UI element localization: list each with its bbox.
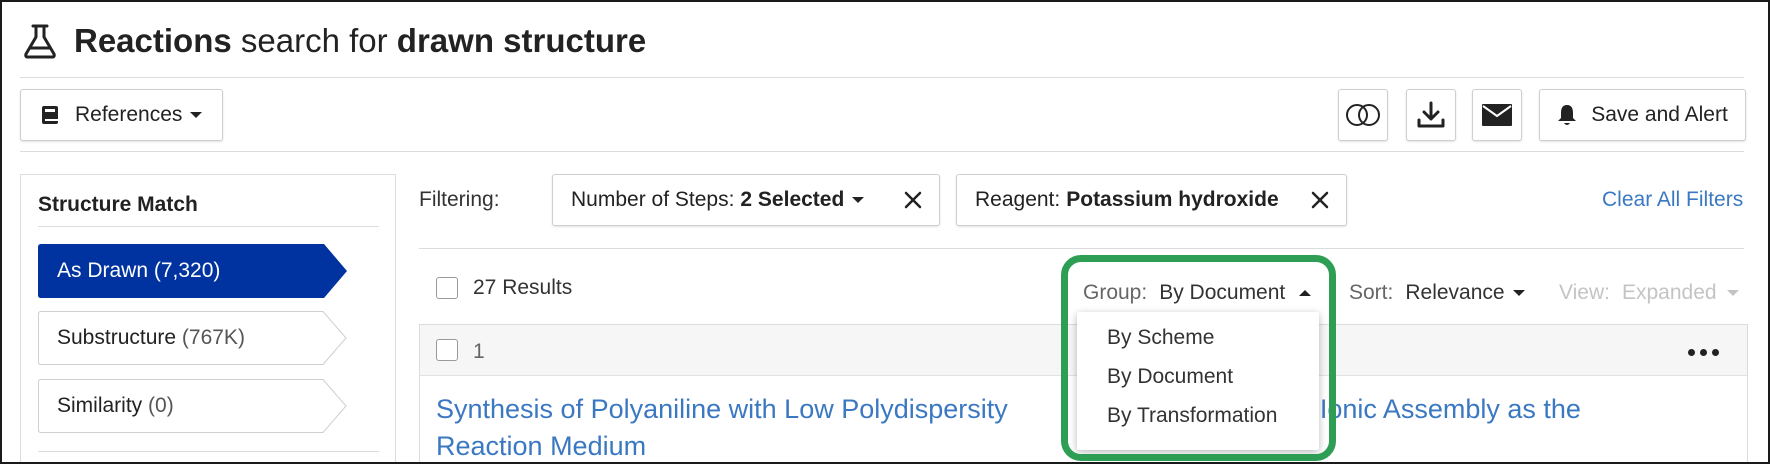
app-frame: Reactions search for drawn structure Ref…: [0, 0, 1770, 464]
menu-item-by-document[interactable]: By Document: [1107, 365, 1233, 389]
chip-key: Number of Steps:: [571, 188, 735, 211]
close-icon[interactable]: [1310, 190, 1330, 210]
view-label: View:: [1559, 281, 1610, 304]
tab-similarity[interactable]: Similarity (0): [38, 379, 348, 433]
view-dropdown[interactable]: View: Expanded: [1559, 281, 1739, 305]
page-title: Reactions search for drawn structure: [74, 22, 647, 59]
references-dropdown-button[interactable]: References: [20, 89, 223, 141]
caret-up-icon: [1299, 290, 1312, 296]
page-header: Reactions search for drawn structure: [20, 16, 646, 66]
tab-as-drawn-label: As Drawn (7,320): [57, 259, 221, 282]
result-checkbox[interactable]: [436, 339, 458, 361]
caret-down-icon: [190, 112, 203, 118]
chip-value: 2 Selected: [740, 188, 845, 211]
more-options-icon[interactable]: [1688, 349, 1719, 356]
clear-all-filters-link[interactable]: Clear All Filters: [1602, 188, 1743, 212]
flask-icon: [24, 24, 56, 59]
save-and-alert-button[interactable]: Save and Alert: [1539, 89, 1746, 141]
structure-match-panel: Structure Match As Drawn (7,320) Substru…: [20, 174, 396, 462]
combine-answers-button[interactable]: [1338, 89, 1388, 141]
group-by-menu: By Scheme By Document By Transformation: [1077, 312, 1319, 450]
filter-chip-number-of-steps[interactable]: Number of Steps: 2 Selected: [552, 174, 940, 226]
group-value: By Document: [1159, 281, 1286, 304]
tab-substructure[interactable]: Substructure (767K): [38, 311, 348, 365]
select-all-checkbox[interactable]: [436, 277, 458, 299]
sort-label: Sort:: [1349, 281, 1394, 304]
results-count: 27 Results: [473, 276, 573, 299]
menu-item-by-scheme[interactable]: By Scheme: [1107, 326, 1214, 350]
divider: [20, 151, 1744, 152]
caret-down-icon: [1512, 290, 1525, 296]
envelope-icon: [1482, 104, 1512, 126]
bell-icon: [1558, 105, 1577, 125]
filtering-label: Filtering:: [419, 188, 500, 211]
structure-match-title: Structure Match: [38, 193, 198, 216]
sort-dropdown[interactable]: Sort: Relevance: [1349, 281, 1525, 305]
tab-as-drawn[interactable]: As Drawn (7,320): [38, 244, 348, 298]
divider: [38, 451, 379, 452]
group-by-dropdown[interactable]: Group: By Document: [1083, 281, 1312, 305]
venn-circles-icon: [1346, 104, 1380, 126]
email-button[interactable]: [1472, 89, 1522, 141]
divider: [419, 248, 1744, 249]
menu-item-by-transformation[interactable]: By Transformation: [1107, 404, 1277, 428]
tab-substructure-label: Substructure (767K): [57, 326, 245, 349]
chip-key: Reagent:: [975, 188, 1061, 211]
filter-chip-reagent[interactable]: Reagent: Potassium hydroxide: [956, 174, 1347, 226]
chip-value: Potassium hydroxide: [1066, 188, 1279, 211]
divider: [20, 77, 1744, 78]
divider: [38, 226, 379, 227]
download-icon: [1417, 101, 1445, 128]
save-and-alert-label: Save and Alert: [1591, 103, 1728, 126]
download-button[interactable]: [1406, 89, 1456, 141]
tab-similarity-label: Similarity (0): [57, 394, 174, 417]
result-number: 1: [473, 340, 485, 363]
sort-value: Relevance: [1405, 281, 1505, 304]
view-value: Expanded: [1621, 281, 1717, 304]
references-label: References: [75, 103, 183, 126]
book-icon: [42, 106, 58, 124]
close-icon[interactable]: [903, 190, 923, 210]
caret-down-icon: [852, 197, 865, 203]
caret-down-icon: [1726, 290, 1739, 296]
group-label: Group:: [1083, 281, 1148, 304]
